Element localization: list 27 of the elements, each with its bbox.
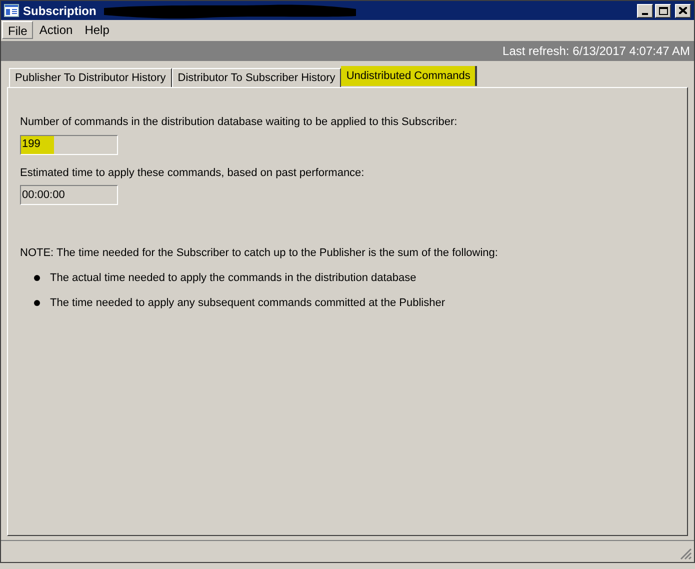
bullet-icon	[34, 300, 40, 306]
menu-item[interactable]: Help	[78, 21, 116, 39]
tab[interactable]: Publisher To Distributor History	[9, 68, 172, 87]
bullet-icon	[34, 274, 40, 281]
resize-grip-icon	[680, 548, 692, 560]
bullet-text: The time needed to apply any subsequent commands committed at the Publisher	[50, 296, 446, 311]
tab[interactable]: Undistributed Commands	[341, 66, 478, 86]
bullet-text: The actual time needed to apply the commands in the distribution database	[50, 270, 416, 286]
window-icon	[4, 4, 19, 17]
read-only-field[interactable]: 199	[20, 134, 118, 154]
read-only-field[interactable]: 00:00:00	[20, 185, 118, 205]
field-label: Estimated time to apply these commands, based on past performance:	[20, 166, 364, 180]
minimize-icon	[642, 12, 648, 14]
field-value: 00:00:00	[21, 188, 65, 203]
last-refresh-text: Last refresh: 6/13/2017 4:07:47 AM	[502, 43, 690, 60]
menu-item[interactable]: Action	[33, 21, 79, 39]
field-label: Number of commands in the distribution database waiting to be applied to this Subscriber:	[20, 115, 458, 130]
tab[interactable]: Distributor To Subscriber History	[172, 68, 342, 87]
maximize-button[interactable]	[655, 4, 671, 18]
window-title: Subscription	[23, 2, 96, 20]
note-text: NOTE: The time needed for the Subscriber to catch up to the Publisher is the sum of the following:	[20, 246, 499, 261]
maximize-icon	[658, 6, 668, 14]
minimize-button[interactable]	[637, 4, 653, 18]
field-value: 199	[21, 136, 54, 154]
close-icon	[679, 7, 687, 14]
menu-item[interactable]: File	[2, 21, 34, 39]
close-button[interactable]	[675, 4, 691, 18]
